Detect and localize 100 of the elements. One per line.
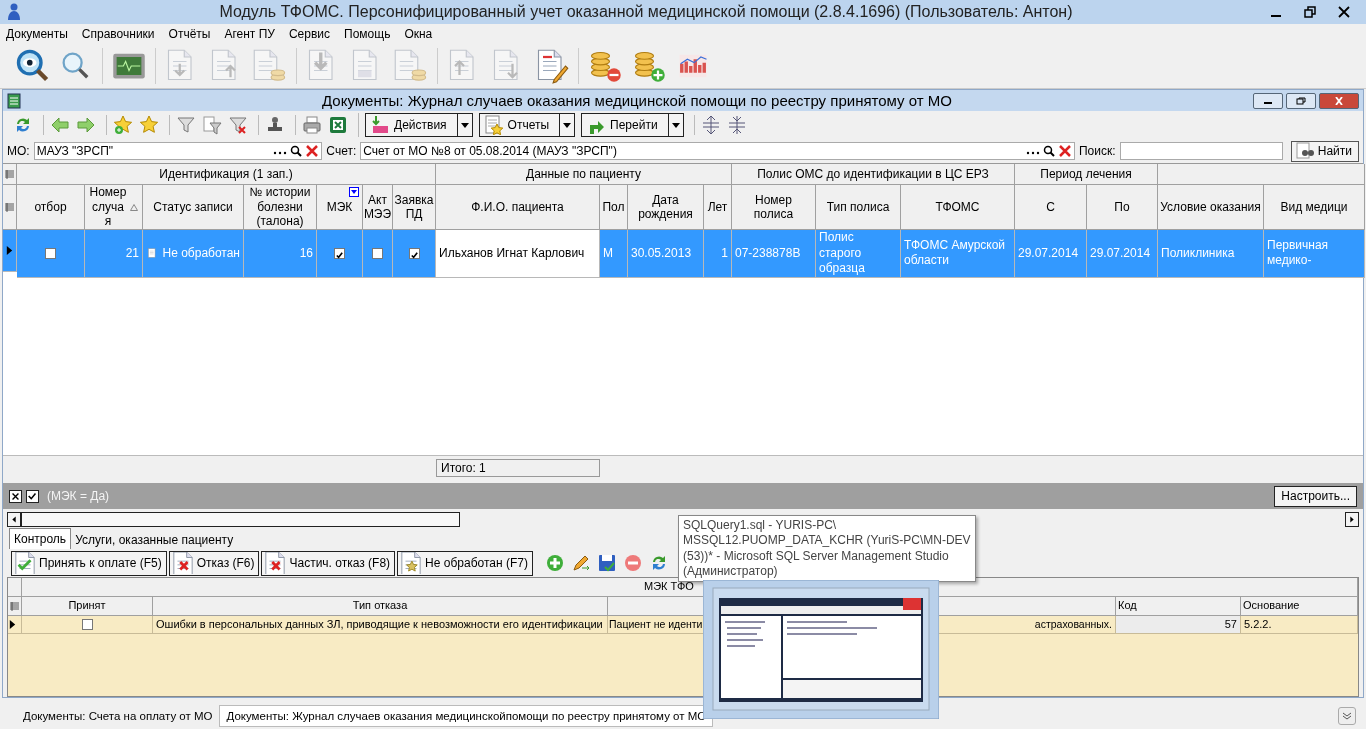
input-field[interactable]: Счет от МО №8 от 05.08.2014 (МАУЗ "ЗРСП")	[360, 142, 1075, 160]
column-header[interactable]: Пол	[600, 185, 628, 230]
column-header[interactable]: Дата рождения	[628, 185, 704, 230]
close-button[interactable]	[1319, 92, 1359, 109]
column-header[interactable]: По	[1087, 185, 1158, 230]
column-header[interactable]: Номер полиса	[732, 185, 816, 230]
report-star-icon[interactable]	[483, 115, 504, 135]
column-header[interactable]: Акт МЭЭ	[363, 185, 393, 230]
remove-icon[interactable]	[622, 553, 643, 573]
search-icon[interactable]	[1042, 145, 1055, 157]
action-button[interactable]: Частич. отказ (F8)	[261, 550, 396, 576]
find-button[interactable]: Найти	[1290, 140, 1359, 162]
expand-rows-icon[interactable]	[700, 115, 721, 135]
binoculars-icon[interactable]	[1294, 141, 1315, 161]
arrow-left-icon[interactable]	[50, 115, 70, 135]
printer-icon[interactable]	[302, 115, 322, 135]
add-icon[interactable]	[544, 553, 565, 573]
menu-button[interactable]: Действия	[365, 113, 473, 137]
columns-icon[interactable]	[5, 169, 14, 179]
menu-button[interactable]: Отчеты	[478, 113, 576, 137]
action-button[interactable]: Отказ (F6)	[168, 550, 260, 576]
column-header[interactable]: Заявка ПД	[393, 185, 436, 230]
table-cell: Ошибки в персональных данных ЗЛ, приводящие к невозможности его идентификации	[153, 616, 608, 634]
column-header[interactable]: Номер случая	[85, 185, 143, 230]
column-header[interactable]: № истории болезни (талона)	[244, 185, 317, 230]
checkbox[interactable]	[408, 247, 420, 259]
minimize-button[interactable]	[1253, 92, 1283, 109]
table-cell: 5.2.2.	[1241, 616, 1358, 634]
action-button[interactable]: Не обработан (F7)	[397, 550, 533, 576]
search-icon[interactable]	[290, 145, 303, 157]
search-field[interactable]	[1119, 142, 1283, 160]
star-icon[interactable]	[139, 115, 159, 135]
column-header[interactable]: ТФОМС	[901, 185, 1015, 230]
menu-item[interactable]: Окна	[404, 27, 433, 41]
column-header[interactable]: Вид медици	[1264, 185, 1365, 230]
column-header[interactable]: Статус записи	[143, 185, 244, 230]
document-cross-icon	[171, 552, 194, 574]
expand-button[interactable]	[1338, 707, 1356, 725]
filter-icon[interactable]	[349, 187, 359, 197]
close-icon[interactable]	[1338, 6, 1350, 18]
restore-icon[interactable]	[1304, 6, 1316, 18]
menu-item[interactable]: Отчёты	[168, 27, 211, 41]
document-check-icon	[14, 552, 36, 574]
column-header[interactable]: Тип отказа	[153, 597, 608, 616]
column-header[interactable]: Тип полиса	[816, 185, 901, 230]
filter-document-icon[interactable]	[202, 115, 222, 135]
configure-button[interactable]: Настроить...	[1274, 485, 1357, 507]
magnifier-eye-icon[interactable]	[14, 48, 50, 84]
restore-button[interactable]	[1286, 92, 1316, 109]
scrollbar-thumb[interactable]	[21, 512, 460, 527]
column-header[interactable]: Лет	[704, 185, 732, 230]
caret-icon	[460, 122, 469, 128]
field-label: Счет:	[326, 144, 357, 158]
menu-item[interactable]: Агент ПУ	[224, 27, 275, 41]
pencil-icon[interactable]	[570, 553, 591, 573]
table-cell: Поликлиника	[1158, 230, 1264, 278]
input-field[interactable]: МАУЗ "ЗРСП"	[33, 142, 323, 160]
column-header[interactable]: Принят	[22, 597, 153, 616]
table-cell: 30.05.2013	[628, 230, 704, 278]
row-selector[interactable]	[3, 230, 17, 272]
star-add-icon[interactable]	[113, 115, 133, 135]
close-icon[interactable]	[9, 489, 22, 503]
columns-icon[interactable]	[5, 202, 14, 212]
column-header[interactable]: С	[1015, 185, 1087, 230]
clear-icon[interactable]	[305, 144, 320, 158]
arrow-right-icon[interactable]	[76, 115, 96, 135]
scroll-right-icon[interactable]	[1345, 512, 1359, 527]
menu-item[interactable]: Сервис	[288, 27, 331, 41]
column-group-header: Идентификация (1 зап.)	[17, 164, 436, 185]
collapse-rows-icon[interactable]	[726, 115, 747, 135]
field-label: МО:	[7, 144, 30, 158]
menu-button[interactable]: Перейти	[581, 113, 684, 137]
taskbar-item[interactable]: Документы: Счета на оплату от МО	[16, 705, 220, 727]
column-group-header: Полис ОМС до идентификации в ЦС ЕРЗ	[732, 164, 1015, 185]
filter-clear-icon[interactable]	[228, 115, 248, 135]
checkbox[interactable]	[45, 247, 56, 259]
clear-icon[interactable]	[1057, 144, 1072, 158]
table-cell: 07-238878В	[732, 230, 816, 278]
checkbox[interactable]	[372, 247, 383, 259]
column-header[interactable]: Код	[1116, 597, 1241, 616]
column-header[interactable]: отбор	[17, 185, 85, 230]
column-header[interactable]: Условие оказания	[1158, 185, 1264, 230]
column-header[interactable]: МЭК	[317, 185, 363, 230]
tab[interactable]: Услуги, оказанные пациенту	[71, 530, 238, 549]
field-label: Поиск:	[1078, 144, 1116, 158]
spreadsheet-icon[interactable]	[328, 115, 348, 135]
columns-icon[interactable]	[10, 601, 19, 611]
menu-item[interactable]: Помощь	[344, 27, 391, 41]
menu-item[interactable]: Документы	[6, 27, 68, 41]
status-text: Не обработан	[162, 245, 240, 262]
action-button[interactable]: Принять к оплате (F5)	[11, 550, 167, 576]
save-icon[interactable]	[596, 553, 617, 573]
scroll-left-icon[interactable]	[7, 512, 21, 527]
checkbox[interactable]	[81, 619, 93, 630]
menu-item[interactable]: Справочники	[81, 27, 155, 41]
column-header[interactable]: Ф.И.О. пациента	[436, 185, 600, 230]
tab[interactable]: Контроль	[9, 528, 72, 549]
checkbox[interactable]	[26, 489, 39, 503]
checkbox[interactable]	[334, 247, 345, 259]
column-header[interactable]: Основание	[1241, 597, 1358, 616]
